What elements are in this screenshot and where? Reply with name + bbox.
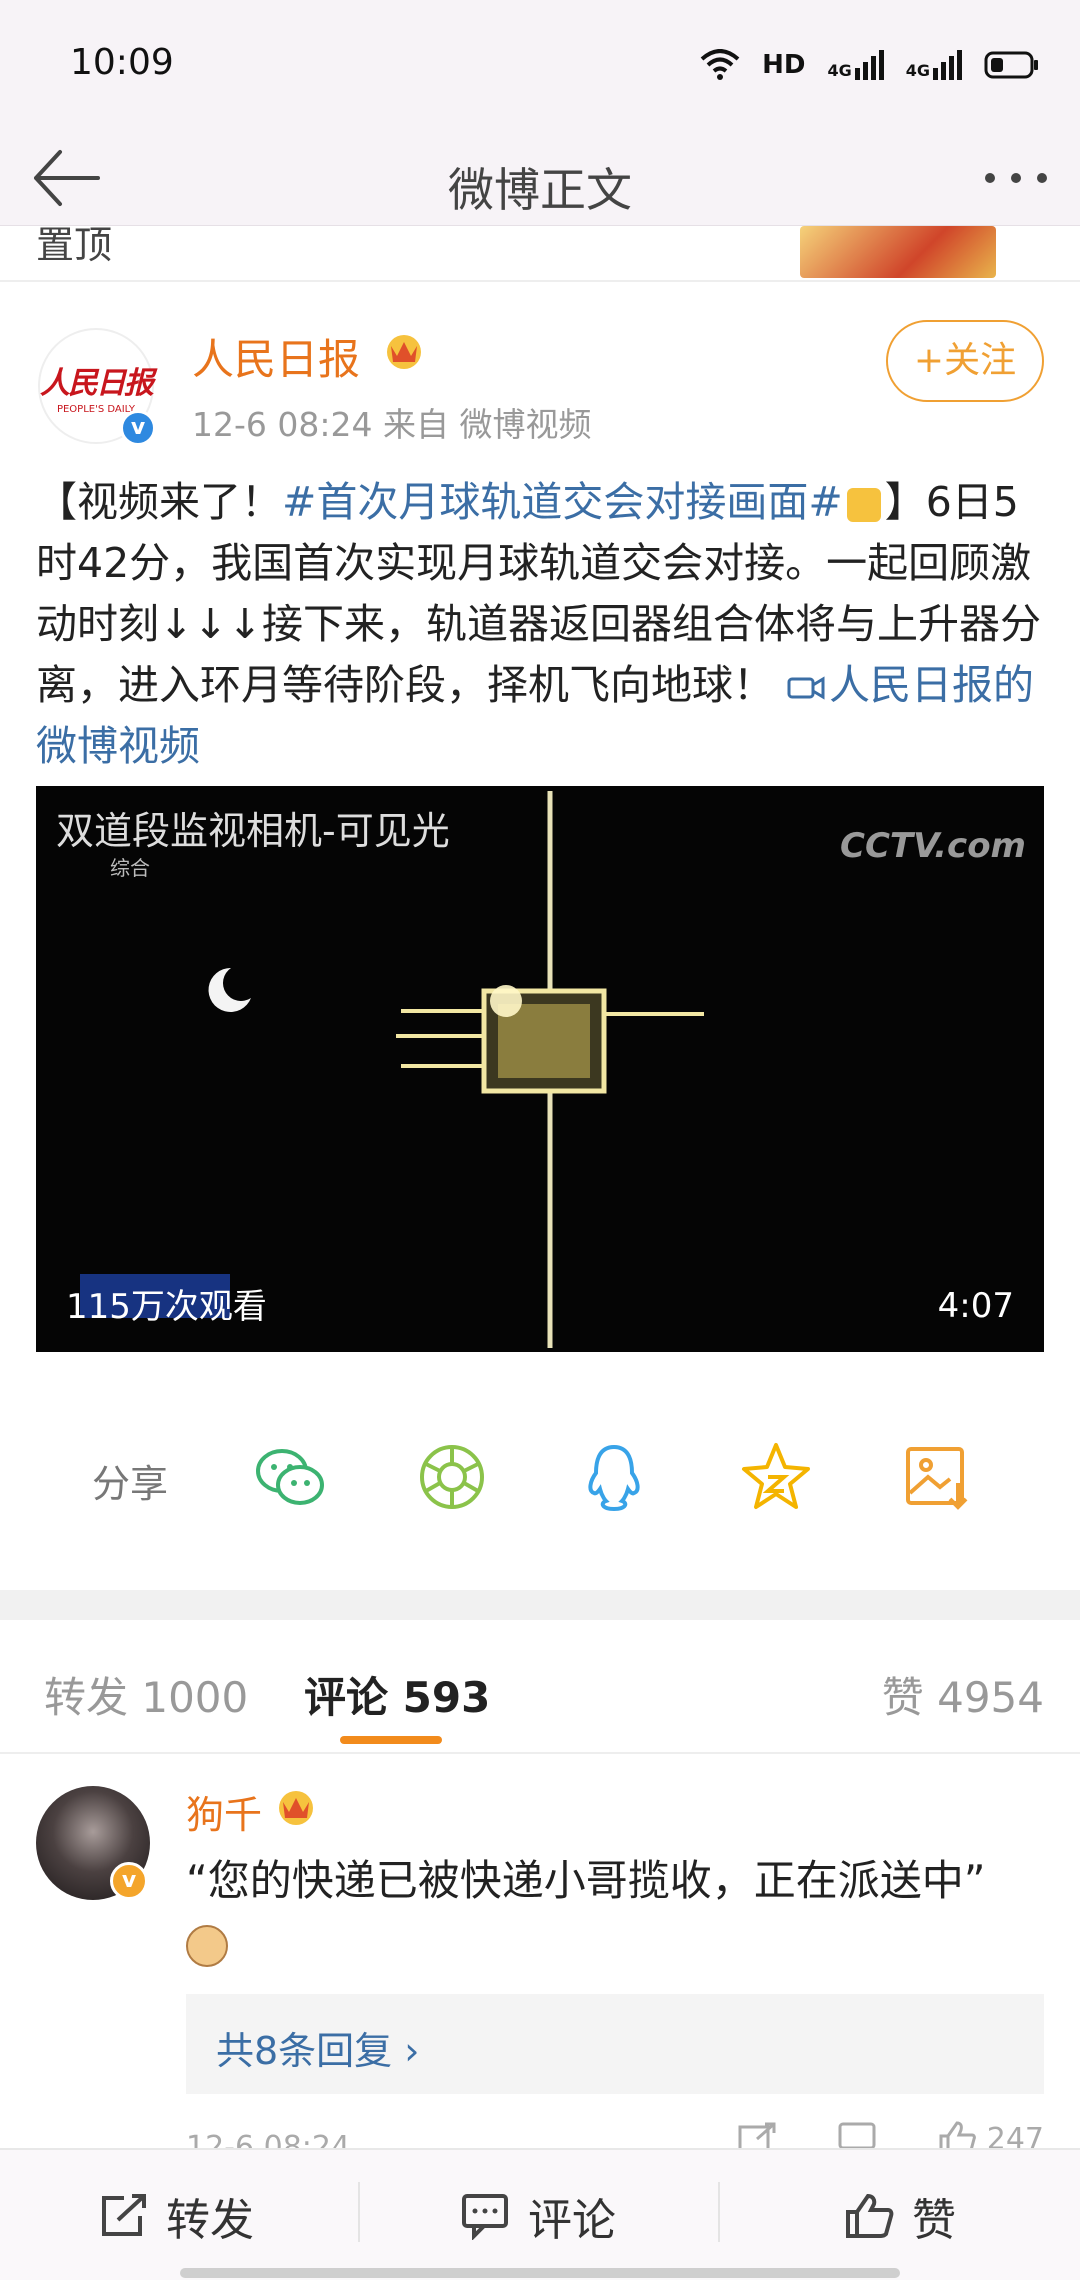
verified-badge-icon: v: [120, 410, 156, 446]
signal1-label: 4G: [827, 61, 852, 80]
view-count: 115万次观看: [66, 1287, 267, 1327]
great-wall-banner-image: [800, 226, 996, 278]
video-caption: 双道段监视相机-可见光: [56, 809, 450, 853]
post-meta: 12-6 08:24 来自 微博视频: [192, 405, 592, 444]
signal2-icon: 4G: [906, 50, 962, 80]
topic-emoji-icon: [846, 488, 881, 522]
avatar-logo-subtext: PEOPLE'S DAILY: [56, 403, 136, 415]
share-row: 分享: [0, 1427, 1080, 1527]
repost-button[interactable]: 转发: [98, 2150, 254, 2280]
repost-label: 转发: [166, 2195, 254, 2246]
video-duration: 4:07: [937, 1286, 1014, 1326]
video-frame-image: [36, 786, 1044, 1352]
pinned-strip[interactable]: 置顶: [0, 226, 1080, 282]
hd-label: HD: [762, 50, 806, 80]
active-tab-indicator: [340, 1736, 442, 1744]
video-camera-icon: [787, 676, 825, 700]
wifi-icon: [700, 49, 740, 80]
post-text: 【视频来了！#首次月球轨道交会对接画面# 】6日5时42分，我国首次实现月球轨道交…: [36, 472, 1046, 777]
status-time: 10:09: [70, 42, 174, 83]
comment-text-content: “您的快递已被快递小哥揽收，正在派送中”: [186, 1856, 986, 1905]
commenter-vip-icon: [279, 1791, 313, 1825]
moments-icon[interactable]: [414, 1439, 490, 1515]
page-title: 微博正文: [448, 163, 632, 217]
bottom-separator-1: [358, 2182, 360, 2242]
save-image-icon[interactable]: [900, 1439, 976, 1515]
more-options-icon[interactable]: [978, 140, 1054, 216]
section-divider: [0, 1590, 1080, 1620]
repost-icon: [102, 2194, 146, 2236]
avatar-logo-text: 人民日报: [40, 365, 154, 401]
like-icon: [846, 2193, 894, 2238]
vip-crown-icon: [387, 335, 421, 369]
comment-label: 评论: [528, 2195, 616, 2246]
video-player[interactable]: 双道段监视相机-可见光 综合 CCTV.com 115万次观看 4:07: [36, 786, 1044, 1352]
cat-emoji-icon: [186, 1924, 228, 1967]
status-icons: HD 4G 4G: [700, 40, 1040, 90]
commenter-name[interactable]: 狗千: [186, 1784, 262, 1839]
bottom-separator-2: [718, 2182, 720, 2242]
qq-icon[interactable]: [576, 1439, 652, 1515]
status-bar: 10:09 HD 4G 4G: [0, 0, 1080, 130]
follow-button[interactable]: +关注: [886, 320, 1044, 402]
view-replies-link[interactable]: 共8条回复 ›: [216, 2020, 419, 2075]
interaction-tabs: 转发 1000 评论 593 赞 4954: [0, 1620, 1080, 1754]
comment-text: “您的快递已被快递小哥揽收，正在派送中”: [186, 1850, 1006, 1974]
commenter-verified-icon: v: [110, 1862, 148, 1900]
comment-button[interactable]: 评论: [460, 2150, 616, 2280]
pinned-label: 置顶: [36, 226, 113, 267]
comment-icon: [462, 2194, 508, 2240]
topic-link[interactable]: #首次月球轨道交会对接画面#: [282, 478, 843, 526]
signal2-label: 4G: [905, 61, 930, 80]
tab-reposts[interactable]: 转发 1000: [44, 1664, 248, 1725]
replies-box[interactable]: 共8条回复 ›: [186, 1994, 1044, 2094]
battery-icon: [984, 51, 1038, 79]
author-name[interactable]: 人民日报: [192, 326, 360, 387]
bottom-action-bar: 转发 评论 赞: [0, 2148, 1080, 2280]
post-text-prefix: 【视频来了！: [36, 478, 282, 526]
tab-likes[interactable]: 赞 4954: [882, 1664, 1044, 1725]
cctv-logo: CCTV.com: [840, 826, 1026, 866]
signal-icon: 4G: [827, 50, 884, 80]
qzone-icon[interactable]: [738, 1439, 814, 1515]
home-indicator: [180, 2268, 900, 2278]
channel-sub: 综合: [110, 856, 150, 880]
nav-bar: 微博正文: [0, 130, 1080, 226]
like-label: 赞: [912, 2195, 956, 2246]
share-label: 分享: [92, 1462, 169, 1506]
tab-comments[interactable]: 评论 593: [304, 1664, 490, 1725]
wechat-icon[interactable]: [252, 1439, 328, 1515]
like-button[interactable]: 赞: [844, 2150, 956, 2280]
author-avatar[interactable]: 人民日报 PEOPLE'S DAILY v: [38, 328, 156, 446]
